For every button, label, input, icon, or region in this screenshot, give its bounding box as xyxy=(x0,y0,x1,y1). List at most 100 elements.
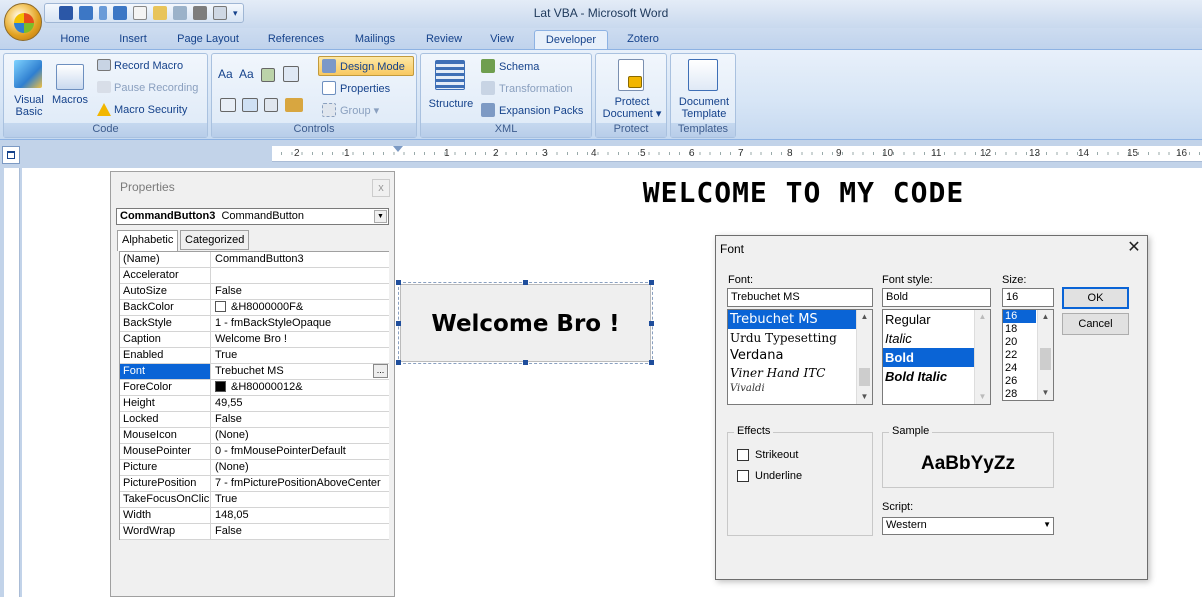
property-value[interactable]: Trebuchet MS xyxy=(212,364,388,379)
macro-security-button[interactable]: Macro Security xyxy=(114,104,187,116)
tab-mailings[interactable]: Mailings xyxy=(344,30,406,50)
property-row[interactable]: (Name) CommandButton3 xyxy=(120,252,389,268)
rich-text-control-icon[interactable]: Aa xyxy=(218,68,233,80)
size-list-scrollbar[interactable]: ▲ ▼ xyxy=(1037,310,1053,400)
chevron-down-icon[interactable]: ▼ xyxy=(1043,520,1051,529)
design-mode-button[interactable]: Design Mode xyxy=(340,61,405,73)
ellipsis-button[interactable]: ... xyxy=(373,364,388,378)
macros-button[interactable]: Macros xyxy=(50,94,90,106)
property-row[interactable]: Height 49,55 xyxy=(120,396,389,412)
group-button[interactable]: Group ▾ xyxy=(340,105,379,117)
resize-handle[interactable] xyxy=(649,280,654,285)
visual-basic-button[interactable]: Visual Basic xyxy=(8,94,50,118)
script-select[interactable]: Western ▼ xyxy=(882,517,1054,535)
property-value[interactable]: (None) xyxy=(212,428,388,443)
building-block-control-icon[interactable] xyxy=(264,98,278,112)
font-name-input[interactable]: Trebuchet MS xyxy=(727,288,873,307)
resize-handle[interactable] xyxy=(396,280,401,285)
property-value[interactable]: False xyxy=(212,412,388,427)
property-row-selected[interactable]: Font Trebuchet MS... xyxy=(120,364,389,380)
close-icon[interactable]: ✕ xyxy=(1126,240,1142,256)
tab-developer[interactable]: Developer xyxy=(534,30,608,50)
object-selector[interactable]: CommandButton3 CommandButton ▼ xyxy=(116,208,389,225)
text-control-icon[interactable]: Aa xyxy=(239,68,254,80)
scroll-up-icon[interactable]: ▲ xyxy=(975,310,990,324)
resize-handle[interactable] xyxy=(649,321,654,326)
list-item[interactable]: Trebuchet MS xyxy=(728,310,872,329)
property-row[interactable]: BackStyle 1 - fmBackStyleOpaque xyxy=(120,316,389,332)
tab-categorized[interactable]: Categorized xyxy=(180,230,250,250)
property-row[interactable]: BackColor &H8000000F& xyxy=(120,300,389,316)
dropdown-control-icon[interactable] xyxy=(220,98,236,112)
property-value[interactable]: &H8000000F& xyxy=(212,300,388,315)
size-input[interactable]: 16 xyxy=(1002,288,1054,307)
property-value[interactable]: Welcome Bro ! xyxy=(212,332,388,347)
resize-handle[interactable] xyxy=(649,360,654,365)
scroll-up-icon[interactable]: ▲ xyxy=(857,310,872,324)
property-value[interactable]: False xyxy=(212,524,388,539)
transformation-button[interactable]: Transformation xyxy=(499,83,573,95)
property-row[interactable]: ForeColor &H80000012& xyxy=(120,380,389,396)
office-button[interactable] xyxy=(4,3,42,41)
property-row[interactable]: Enabled True xyxy=(120,348,389,364)
command-button[interactable]: Welcome Bro ! xyxy=(400,284,651,362)
scrollbar-thumb[interactable] xyxy=(1040,348,1051,370)
property-row[interactable]: MouseIcon (None) xyxy=(120,428,389,444)
tab-view[interactable]: View xyxy=(480,30,524,50)
legacy-tools-icon[interactable] xyxy=(285,98,303,112)
vertical-ruler[interactable] xyxy=(4,168,20,597)
property-value[interactable] xyxy=(212,268,388,283)
property-value[interactable]: True xyxy=(212,348,388,363)
property-value[interactable]: (None) xyxy=(212,460,388,475)
property-value[interactable]: CommandButton3 xyxy=(212,252,388,267)
document-template-button[interactable]: Document Template xyxy=(673,96,735,120)
scroll-down-icon[interactable]: ▼ xyxy=(857,390,872,404)
list-item[interactable]: Urdu Typesetting xyxy=(728,329,872,348)
scroll-up-icon[interactable]: ▲ xyxy=(1038,310,1053,324)
property-value[interactable]: 1 - fmBackStyleOpaque xyxy=(212,316,388,331)
font-list-scrollbar[interactable]: ▲ ▼ xyxy=(856,310,872,404)
list-item[interactable]: Vivaldi xyxy=(728,382,872,396)
font-style-input[interactable]: Bold xyxy=(882,288,991,307)
font-name-list[interactable]: Trebuchet MS Urdu Typesetting Verdana Vi… xyxy=(727,309,873,405)
schema-button[interactable]: Schema xyxy=(499,61,539,73)
tab-home[interactable]: Home xyxy=(52,30,98,50)
list-item[interactable]: 16 xyxy=(1003,310,1036,323)
scroll-down-icon[interactable]: ▼ xyxy=(975,390,990,404)
property-value[interactable]: 49,55 xyxy=(212,396,388,411)
property-value[interactable]: 7 - fmPicturePositionAboveCenter xyxy=(212,476,388,491)
strikeout-checkbox[interactable] xyxy=(737,449,749,461)
picture-control-icon[interactable] xyxy=(261,68,275,82)
combo-box-control-icon[interactable] xyxy=(283,66,299,82)
protect-document-button[interactable]: Protect Document ▾ xyxy=(598,96,666,120)
chevron-down-icon[interactable]: ▼ xyxy=(374,210,387,223)
underline-checkbox[interactable] xyxy=(737,470,749,482)
property-row[interactable]: TakeFocusOnClick True xyxy=(120,492,389,508)
property-row[interactable]: Locked False xyxy=(120,412,389,428)
pause-recording-button[interactable]: Pause Recording xyxy=(114,82,198,94)
property-row[interactable]: Width 148,05 xyxy=(120,508,389,524)
ruler-tab-selector[interactable] xyxy=(2,146,20,164)
structure-button[interactable]: Structure xyxy=(425,98,477,110)
tab-alphabetic[interactable]: Alphabetic xyxy=(117,230,179,251)
resize-handle[interactable] xyxy=(396,360,401,365)
resize-handle[interactable] xyxy=(523,280,528,285)
horizontal-ruler[interactable]: 2 1 1 2 3 4 5 6 7 8 9 10 11 12 13 14 15 … xyxy=(272,146,1202,162)
size-list[interactable]: 16 18 20 22 24 26 28 ▲ ▼ xyxy=(1002,309,1054,401)
font-style-list[interactable]: Regular Italic Bold Bold Italic ▲ ▼ xyxy=(882,309,991,405)
property-row[interactable]: WordWrap False xyxy=(120,524,389,540)
record-macro-button[interactable]: Record Macro xyxy=(114,60,183,72)
tab-zotero[interactable]: Zotero xyxy=(614,30,672,50)
properties-button[interactable]: Properties xyxy=(340,83,390,95)
tab-insert[interactable]: Insert xyxy=(108,30,158,50)
expansion-packs-button[interactable]: Expansion Packs xyxy=(499,105,583,117)
tab-references[interactable]: References xyxy=(260,30,332,50)
property-value[interactable]: True xyxy=(212,492,388,507)
list-item[interactable]: Viner Hand ITC xyxy=(728,365,872,382)
ok-button[interactable]: OK xyxy=(1062,287,1129,309)
property-value[interactable]: False xyxy=(212,284,388,299)
indent-marker-icon[interactable] xyxy=(393,146,403,152)
list-item[interactable]: Bold xyxy=(883,348,974,367)
property-row[interactable]: Caption Welcome Bro ! xyxy=(120,332,389,348)
property-value[interactable]: 148,05 xyxy=(212,508,388,523)
